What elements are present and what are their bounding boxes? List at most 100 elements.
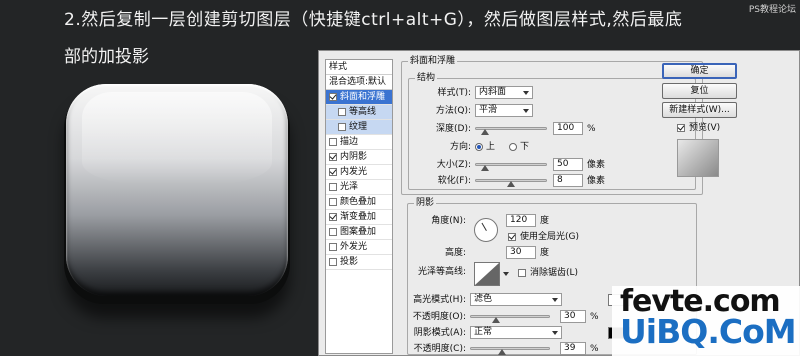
reset-button[interactable]: 复位 <box>662 83 737 99</box>
technique-value: 平滑 <box>479 105 498 115</box>
chevron-down-icon <box>523 91 529 95</box>
style-item[interactable]: 内发光 <box>326 165 392 180</box>
style-item[interactable]: 等高线 <box>326 105 392 120</box>
direction-down-label[interactable]: 下 <box>520 140 529 154</box>
shading-title: 阴影 <box>414 197 437 209</box>
style-item[interactable]: 纹理 <box>326 120 392 135</box>
style-item-checkbox[interactable] <box>329 168 337 176</box>
highlight-mode-select[interactable]: 滤色 <box>470 293 562 306</box>
shadow-mode-value: 正常 <box>474 327 493 337</box>
style-item-label: 图案叠加 <box>340 226 377 237</box>
technique-select[interactable]: 平滑 <box>475 104 533 117</box>
style-item[interactable]: 图案叠加 <box>326 225 392 240</box>
site-watermark-top: PS教程论坛 <box>748 5 796 15</box>
shadow-opacity-unit: % <box>590 344 599 354</box>
style-item[interactable]: 投影 <box>326 255 392 270</box>
size-input[interactable]: 50 <box>553 158 583 171</box>
gloss-contour-picker[interactable] <box>474 262 500 286</box>
highlight-opacity-input[interactable]: 30 <box>560 310 586 323</box>
shadow-opacity-slider[interactable] <box>470 347 550 350</box>
shadow-opacity-thumb[interactable] <box>498 349 506 355</box>
style-item[interactable]: 渐变叠加 <box>326 210 392 225</box>
anti-alias-checkbox[interactable] <box>518 269 526 277</box>
angle-label: 角度(N): <box>431 216 466 226</box>
direction-label: 方向: <box>449 142 471 152</box>
altitude-label: 高度: <box>444 248 466 258</box>
global-light-label[interactable]: 使用全局光(G) <box>520 230 579 244</box>
blending-options-item[interactable]: 混合选项:默认 <box>326 75 392 90</box>
icon-gloss-highlight <box>82 92 272 184</box>
chevron-down-icon[interactable] <box>503 272 509 276</box>
bevel-style-select[interactable]: 内斜面 <box>475 86 533 99</box>
style-item-label: 斜面和浮雕 <box>340 91 386 102</box>
highlight-opacity-thumb[interactable] <box>492 317 500 323</box>
chevron-down-icon <box>523 109 529 113</box>
style-item-checkbox[interactable] <box>338 123 346 131</box>
bevel-style-value: 内斜面 <box>479 87 507 97</box>
direction-up-radio[interactable] <box>475 143 483 151</box>
angle-input[interactable]: 120 <box>506 214 536 227</box>
style-item-checkbox[interactable] <box>329 198 337 206</box>
style-item-label: 渐变叠加 <box>340 211 377 222</box>
ok-button[interactable]: 确定 <box>662 63 737 79</box>
size-label: 大小(Z): <box>436 160 471 170</box>
direction-down-radio[interactable] <box>509 143 517 151</box>
soften-input[interactable]: 8 <box>553 174 583 187</box>
size-slider-thumb[interactable] <box>481 165 489 171</box>
tutorial-step-text-continued: 部的加投影 <box>64 47 149 67</box>
chevron-down-icon <box>552 298 558 302</box>
depth-input[interactable]: 100 <box>553 122 583 135</box>
contour-curve-icon <box>475 263 499 285</box>
style-item-checkbox[interactable] <box>329 93 337 101</box>
style-item-checkbox[interactable] <box>338 108 346 116</box>
structure-group: 结构 样式(T): 内斜面 方法(Q): 平滑 深度(D): 100 % 方向:… <box>408 72 696 190</box>
style-item-checkbox[interactable] <box>329 258 337 266</box>
chevron-down-icon <box>552 331 558 335</box>
anti-alias-label[interactable]: 消除锯齿(L) <box>530 266 578 280</box>
angle-dial[interactable] <box>474 218 498 242</box>
preview-checkbox[interactable] <box>677 124 685 132</box>
style-item[interactable]: 斜面和浮雕 <box>326 90 392 105</box>
style-item-checkbox[interactable] <box>329 228 337 236</box>
style-item-label: 描边 <box>340 136 359 147</box>
style-item-checkbox[interactable] <box>329 153 337 161</box>
style-item-label: 内阴影 <box>340 151 368 162</box>
style-item[interactable]: 内阴影 <box>326 150 392 165</box>
shadow-opacity-input[interactable]: 39 <box>560 342 586 355</box>
depth-unit: % <box>587 124 596 134</box>
tutorial-step-text: 2.然后复制一层创建剪切图层（快捷键ctrl+alt+G），然后做图层样式,然后… <box>64 10 683 30</box>
bevel-emboss-title: 斜面和浮雕 <box>408 55 458 67</box>
style-item[interactable]: 描边 <box>326 135 392 150</box>
altitude-input[interactable]: 30 <box>506 246 536 259</box>
style-item-checkbox[interactable] <box>329 183 337 191</box>
preview-label[interactable]: 预览(V) <box>689 121 720 135</box>
style-item-label: 外发光 <box>340 241 368 252</box>
styles-header[interactable]: 样式 <box>326 60 392 75</box>
style-item-checkbox[interactable] <box>329 213 337 221</box>
highlight-opacity-label: 不透明度(O): <box>412 312 466 322</box>
highlight-mode-label: 高光模式(H): <box>413 295 466 305</box>
style-item-checkbox[interactable] <box>329 243 337 251</box>
direction-up-label[interactable]: 上 <box>486 140 495 154</box>
depth-slider-thumb[interactable] <box>481 129 489 135</box>
new-style-button[interactable]: 新建样式(W)... <box>662 102 737 118</box>
structure-title: 结构 <box>415 72 438 84</box>
shadow-mode-select[interactable]: 正常 <box>470 326 562 339</box>
soften-slider-thumb[interactable] <box>507 181 515 187</box>
style-item[interactable]: 颜色叠加 <box>326 195 392 210</box>
shadow-opacity-label: 不透明度(C): <box>413 344 466 354</box>
style-item-checkbox[interactable] <box>329 138 337 146</box>
style-item-label: 投影 <box>340 256 359 267</box>
shadow-mode-label: 阴影模式(A): <box>413 328 466 338</box>
size-unit: 像素 <box>587 160 606 170</box>
soften-label: 软化(F): <box>437 176 471 186</box>
global-light-checkbox[interactable] <box>508 233 516 241</box>
bevel-emboss-group: 斜面和浮雕 结构 样式(T): 内斜面 方法(Q): 平滑 深度(D): 100… <box>401 55 703 195</box>
soften-unit: 像素 <box>587 176 606 186</box>
highlight-opacity-unit: % <box>590 312 599 322</box>
highlight-opacity-slider[interactable] <box>470 315 550 318</box>
style-preview-thumbnail <box>677 139 719 177</box>
angle-unit: 度 <box>540 216 550 226</box>
style-item[interactable]: 外发光 <box>326 240 392 255</box>
style-item[interactable]: 光泽 <box>326 180 392 195</box>
